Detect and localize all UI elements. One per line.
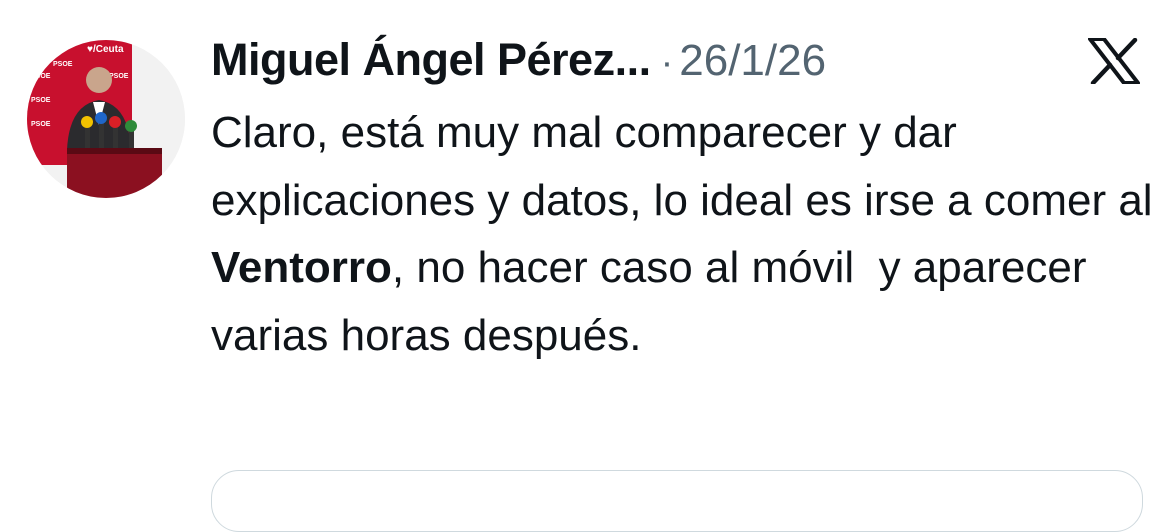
avatar-backdrop-text: PSOE bbox=[53, 61, 73, 68]
author-name[interactable]: Miguel Ángel Pérez... bbox=[211, 34, 651, 86]
avatar-backdrop-text: PSOE bbox=[31, 73, 51, 80]
avatar-backdrop-text: PSOE bbox=[31, 97, 51, 104]
avatar-photo: PSOE PSOE PSOE PSOE PSOE PSOE ♥/Ceuta bbox=[27, 40, 185, 198]
quoted-card[interactable] bbox=[211, 470, 1143, 532]
header-separator: · bbox=[660, 42, 674, 84]
avatar-backdrop-text: PSOE bbox=[109, 73, 129, 80]
avatar-brand-text: ♥/Ceuta bbox=[87, 44, 124, 55]
x-logo-icon[interactable] bbox=[1088, 37, 1140, 86]
tweet-text: Claro, está muy mal comparecer y dar exp… bbox=[211, 99, 1156, 369]
avatar-backdrop-text: PSOE bbox=[31, 121, 51, 128]
tweet-text-bold: Ventorro bbox=[211, 243, 392, 292]
tweet-header: Miguel Ángel Pérez... · 26/1/26 bbox=[211, 34, 826, 94]
tweet-date[interactable]: 26/1/26 bbox=[679, 36, 826, 86]
avatar[interactable]: PSOE PSOE PSOE PSOE PSOE PSOE ♥/Ceuta bbox=[27, 40, 185, 198]
tweet-text-part: Claro, está muy mal comparecer y dar exp… bbox=[211, 108, 1165, 225]
avatar-backdrop-text: PSOE bbox=[31, 49, 51, 56]
